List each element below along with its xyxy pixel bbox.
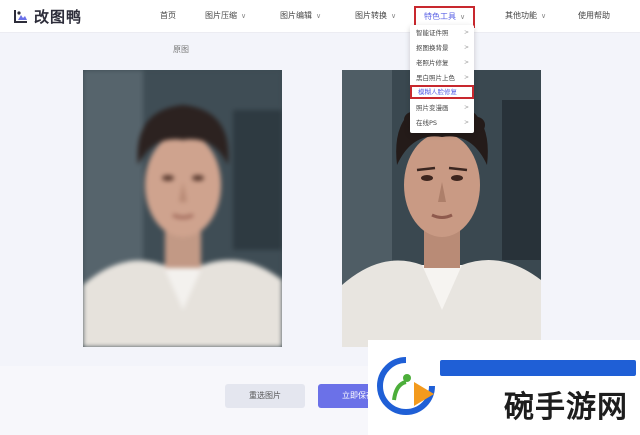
menu-item-colorize-photo[interactable]: 黑白照片上色 > xyxy=(410,71,474,85)
menu-item-label: 黑白照片上色 xyxy=(416,74,455,82)
menu-item-photo-to-cartoon[interactable]: 照片变漫画 > xyxy=(410,101,474,115)
menu-item-cutout-background[interactable]: 抠图换背景 > xyxy=(410,41,474,55)
chevron-right-icon: > xyxy=(463,74,469,81)
nav-image-edit[interactable]: 图片编辑 ∨ xyxy=(280,0,321,32)
menu-item-label: 智能证件照 xyxy=(416,29,449,37)
nav-home[interactable]: 首页 xyxy=(160,0,176,32)
menu-item-label: 老照片修复 xyxy=(416,59,449,67)
chevron-right-icon: > xyxy=(463,44,469,51)
nav-home-label: 首页 xyxy=(160,11,176,20)
nav-image-compress[interactable]: 图片压缩 ∨ xyxy=(205,0,246,32)
nav-help-label: 使用帮助 xyxy=(578,11,610,20)
chevron-right-icon: > xyxy=(463,59,469,66)
chevron-down-icon: ∨ xyxy=(241,12,247,20)
menu-item-label: 照片变漫画 xyxy=(416,104,449,112)
reselect-image-button[interactable]: 重选图片 xyxy=(225,384,305,408)
nav-other-features[interactable]: 其他功能 ∨ xyxy=(505,0,546,32)
original-photo xyxy=(83,70,282,347)
chevron-down-icon: ∨ xyxy=(541,12,547,20)
chevron-right-icon: > xyxy=(463,119,469,126)
chevron-right-icon: > xyxy=(463,104,469,111)
menu-item-label: 在线PS xyxy=(416,119,438,127)
special-tools-dropdown: 智能证件照 > 抠图换背景 > 老照片修复 > 黑白照片上色 > 模糊人脸修复 照片变漫… xyxy=(410,25,474,133)
menu-item-old-photo-restore[interactable]: 老照片修复 > xyxy=(410,56,474,70)
watermark-banner-stripe xyxy=(440,360,636,376)
watermark-logo-icon xyxy=(377,357,435,415)
logo-icon xyxy=(14,10,27,23)
menu-item-label: 模糊人脸修复 xyxy=(418,88,457,96)
chevron-down-icon: ∨ xyxy=(460,13,466,21)
nav-help[interactable]: 使用帮助 xyxy=(578,0,610,32)
menu-item-smart-id-photo[interactable]: 智能证件照 > xyxy=(410,26,474,40)
chevron-down-icon: ∨ xyxy=(316,12,322,20)
logo-text: 改图鸭 xyxy=(34,7,83,26)
menu-item-label: 抠图换背景 xyxy=(416,44,449,52)
nav-image-convert-label: 图片转换 xyxy=(355,11,387,20)
chevron-down-icon: ∨ xyxy=(391,12,397,20)
nav-other-features-label: 其他功能 xyxy=(505,11,537,20)
menu-item-online-ps[interactable]: 在线PS > xyxy=(410,116,474,130)
nav-image-edit-label: 图片编辑 xyxy=(280,11,312,20)
top-navigation-bar: 改图鸭 首页 图片压缩 ∨ 图片编辑 ∨ 图片转换 ∨ 特色工具 ∨ 其他功能 ∨ 使用帮… xyxy=(0,0,640,33)
watermark-overlay: 碗手游网 xyxy=(368,340,640,435)
nav-special-tools-label: 特色工具 xyxy=(424,12,456,21)
chevron-right-icon: > xyxy=(463,29,469,36)
nav-image-compress-label: 图片压缩 xyxy=(205,11,237,20)
nav-image-convert[interactable]: 图片转换 ∨ xyxy=(355,0,396,32)
watermark-text: 碗手游网 xyxy=(504,390,628,425)
original-image-label: 原图 xyxy=(173,45,189,54)
logo[interactable]: 改图鸭 xyxy=(12,6,82,26)
menu-item-blurry-face-repair[interactable]: 模糊人脸修复 xyxy=(410,85,474,99)
